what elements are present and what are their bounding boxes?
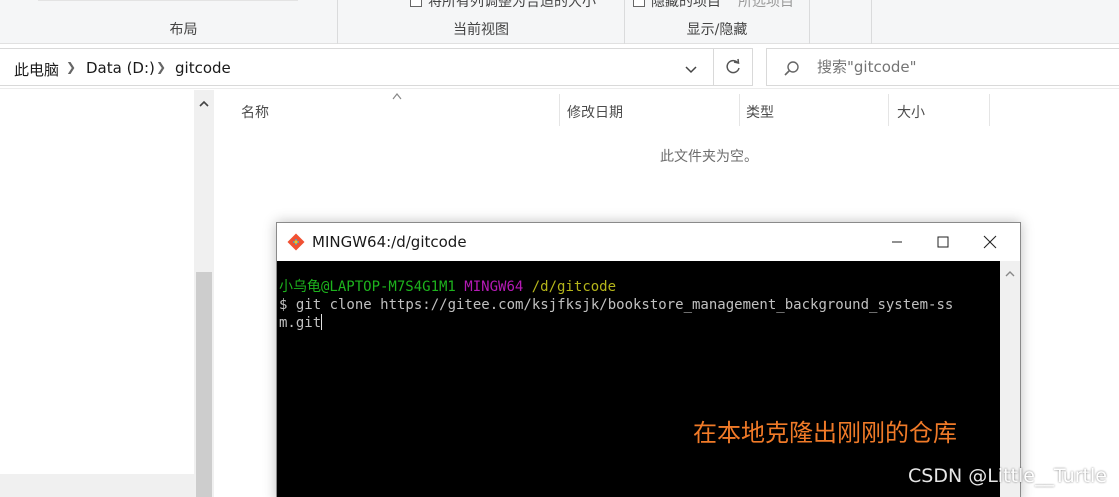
ribbon-group-current-view: 将所有列调整为合适的大小 当前视图: [338, 0, 625, 44]
columns-icon: [410, 0, 422, 7]
breadcrumb-separator-icon[interactable]: ❯: [66, 60, 76, 74]
command-line-2: m.git: [279, 315, 322, 331]
watermark: CSDN @Little__Turtle: [908, 465, 1107, 487]
breadcrumb-gitcode[interactable]: gitcode: [175, 59, 231, 77]
scroll-up-button[interactable]: [194, 96, 214, 112]
maximize-icon: [937, 236, 949, 248]
terminal-titlebar[interactable]: MINGW64:/d/gitcode: [277, 223, 1020, 261]
terminal-window[interactable]: MINGW64:/d/gitcode 小乌龟@LAPTOP-M7S4G1M1 M…: [276, 222, 1021, 497]
terminal-output[interactable]: 小乌龟@LAPTOP-M7S4G1M1 MINGW64 /d/gitcode $…: [277, 261, 1000, 497]
ribbon-group-label: 当前视图: [453, 22, 509, 38]
maximize-button[interactable]: [920, 223, 966, 261]
git-logo-icon: [287, 233, 305, 251]
chevron-up-icon: [199, 100, 209, 107]
close-icon: [983, 235, 997, 249]
annotation-text: 在本地克隆出刚刚的仓库: [693, 419, 957, 447]
column-divider[interactable]: [989, 94, 990, 126]
breadcrumb-drive[interactable]: Data (D:): [86, 59, 155, 77]
selected-items-button[interactable]: 所选项目: [738, 0, 794, 11]
command-line-2-wrapper: m.git: [279, 314, 323, 332]
empty-folder-message: 此文件夹为空。: [660, 149, 758, 165]
ribbon-group-label: 布局: [169, 22, 198, 38]
size-all-columns-button[interactable]: 将所有列调整为合适的大小: [410, 0, 596, 11]
ribbon-group-layout: 布局: [30, 0, 338, 44]
terminal-scrollbar[interactable]: [1000, 261, 1020, 497]
checkbox-icon: [633, 0, 645, 7]
column-header-type[interactable]: 类型: [746, 102, 774, 122]
nav-scrollbar[interactable]: [194, 90, 214, 497]
breadcrumb-this-pc[interactable]: 此电脑: [14, 59, 59, 80]
minimize-button[interactable]: [874, 223, 920, 261]
ribbon-group-label: 显示/隐藏: [686, 22, 748, 38]
scrollbar-thumb[interactable]: [196, 272, 212, 497]
ribbon-group-show-hide: 隐藏的项目 所选项目 显示/隐藏: [625, 0, 810, 44]
search-icon: [784, 61, 799, 76]
prompt-path: /d/gitcode: [531, 279, 617, 295]
nav-horizontal-scrollbar[interactable]: [0, 474, 194, 497]
chevron-up-icon: [1005, 271, 1015, 277]
hidden-items-checkbox[interactable]: 隐藏的项目: [633, 0, 721, 11]
column-header-name[interactable]: 名称: [241, 102, 269, 122]
prompt-line: 小乌龟@LAPTOP-M7S4G1M1 MINGW64 /d/gitcode: [279, 278, 616, 296]
column-header-date[interactable]: 修改日期: [567, 102, 623, 122]
prompt-system: MINGW64: [464, 279, 524, 295]
text-cursor: [321, 314, 323, 330]
ribbon: 布局 将所有列调整为合适的大小 当前视图 隐藏的项目 所选项目 显示/隐藏: [0, 0, 1119, 44]
column-divider[interactable]: [888, 94, 889, 126]
column-header-row: 名称 修改日期 类型 大小: [216, 90, 1119, 130]
ribbon-group-options: [810, 0, 872, 44]
layout-gallery-edge: [38, 0, 298, 1]
column-header-size[interactable]: 大小: [897, 102, 925, 122]
column-divider[interactable]: [739, 94, 740, 126]
chevron-down-icon[interactable]: [683, 62, 699, 78]
breadcrumb-separator-icon[interactable]: ❯: [156, 60, 166, 74]
terminal-title: MINGW64:/d/gitcode: [312, 233, 467, 251]
minimize-icon: [892, 241, 902, 243]
size-all-columns-label: 将所有列调整为合适的大小: [428, 0, 596, 10]
scroll-up-button[interactable]: [1000, 266, 1020, 282]
navigation-pane: [0, 90, 216, 497]
column-divider[interactable]: [559, 94, 560, 126]
command-line-1: $ git clone https://gitee.com/ksjfksjk/b…: [279, 297, 954, 313]
hidden-items-label: 隐藏的项目: [651, 0, 721, 10]
prompt-user: 小乌龟@LAPTOP-M7S4G1M1: [279, 279, 456, 295]
search-box[interactable]: [766, 48, 1119, 86]
close-button[interactable]: [967, 223, 1013, 261]
search-input[interactable]: [817, 58, 1097, 76]
refresh-icon: [726, 58, 740, 74]
address-bar: 此电脑 ❯ Data (D:) ❯ gitcode: [0, 45, 1119, 89]
address-field[interactable]: 此电脑 ❯ Data (D:) ❯ gitcode: [0, 48, 714, 86]
refresh-button[interactable]: [714, 48, 753, 86]
